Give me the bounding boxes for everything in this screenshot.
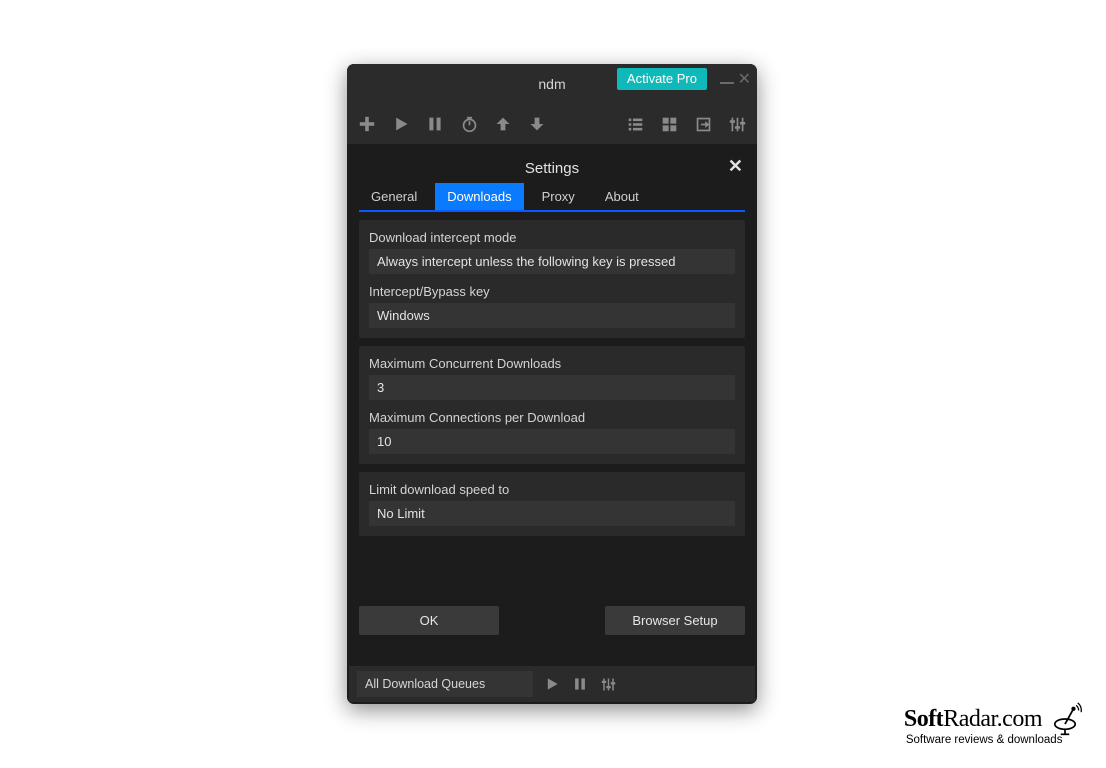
timer-icon[interactable] [459,114,479,134]
tab-about[interactable]: About [593,183,651,210]
settings-close-icon[interactable]: ✕ [728,156,743,177]
up-arrow-icon[interactable] [493,114,513,134]
export-icon[interactable] [693,114,713,134]
list-view-icon[interactable] [625,114,645,134]
speed-limit-select[interactable]: No Limit [369,501,735,526]
titlebar: ndm Activate Pro ✕ [347,64,757,104]
activate-pro-button[interactable]: Activate Pro [617,68,707,90]
grid-view-icon[interactable] [659,114,679,134]
close-icon[interactable]: ✕ [738,72,751,88]
tab-downloads[interactable]: Downloads [435,183,523,210]
pause-icon[interactable] [425,114,445,134]
settings-buttons: OK Browser Setup [353,606,751,635]
bb-pause-icon[interactable] [571,675,589,693]
window-controls: ✕ [720,72,751,88]
max-conn-label: Maximum Connections per Download [369,410,735,425]
app-window: ndm Activate Pro ✕ Settings ✕ Gener [347,64,757,704]
bb-play-icon[interactable] [543,675,561,693]
watermark-tagline: Software reviews & downloads [906,734,1082,746]
queue-select[interactable]: All Download Queues [357,671,533,697]
settings-title: Settings ✕ [353,150,751,183]
intercept-section: Download intercept mode Always intercept… [359,220,745,338]
down-arrow-icon[interactable] [527,114,547,134]
tab-proxy[interactable]: Proxy [530,183,587,210]
watermark: SoftRadar.com Software reviews & downloa… [904,702,1082,746]
watermark-brand: SoftRadar.com [904,706,1042,733]
intercept-mode-label: Download intercept mode [369,230,735,245]
bb-sliders-icon[interactable] [599,675,617,693]
minimize-icon[interactable] [720,82,734,84]
limits-section: Maximum Concurrent Downloads 3 Maximum C… [359,346,745,464]
intercept-mode-select[interactable]: Always intercept unless the following ke… [369,249,735,274]
toolbar [347,104,757,144]
max-conn-field[interactable]: 10 [369,429,735,454]
intercept-key-label: Intercept/Bypass key [369,284,735,299]
browser-setup-button[interactable]: Browser Setup [605,606,745,635]
max-concurrent-label: Maximum Concurrent Downloads [369,356,735,371]
settings-sliders-icon[interactable] [727,114,747,134]
settings-tabs: General Downloads Proxy About [359,183,745,212]
bottom-bar: All Download Queues [349,666,755,702]
intercept-key-select[interactable]: Windows [369,303,735,328]
ok-button[interactable]: OK [359,606,499,635]
speed-section: Limit download speed to No Limit [359,472,745,536]
max-concurrent-field[interactable]: 3 [369,375,735,400]
add-icon[interactable] [357,114,377,134]
settings-panel: Settings ✕ General Downloads Proxy About… [353,150,751,635]
speed-limit-label: Limit download speed to [369,482,735,497]
tab-general[interactable]: General [359,183,429,210]
satellite-icon [1048,702,1082,736]
play-icon[interactable] [391,114,411,134]
